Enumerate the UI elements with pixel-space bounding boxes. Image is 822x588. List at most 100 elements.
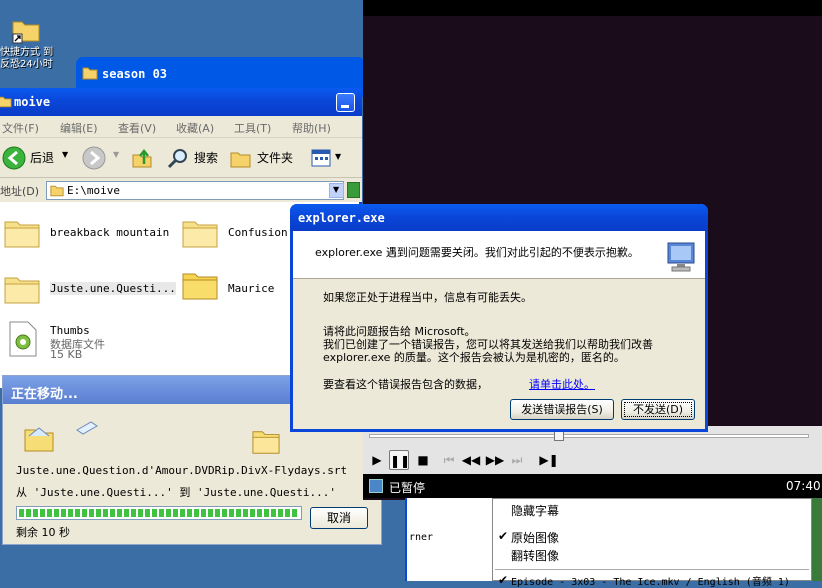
address-bar: 地址(D) E:\moive ▼	[0, 178, 362, 202]
source-folder-icon	[24, 427, 54, 452]
address-input[interactable]: E:\moive ▼	[46, 181, 344, 200]
address-dropdown-button[interactable]: ▼	[329, 183, 344, 198]
back-button[interactable]: 后退 ▼	[2, 146, 72, 170]
report-intro-text: 请将此问题报告给 Microsoft。	[323, 325, 476, 338]
play-icon[interactable]: ▶	[367, 450, 387, 470]
menu-separator	[495, 569, 809, 570]
destination-folder-icon	[252, 431, 280, 454]
desktop-shortcut-label[interactable]: 快捷方式 到 反恐24小时	[0, 47, 64, 71]
back-label: 后退	[30, 151, 55, 165]
move-from-to: 从 'Juste.une.Questi...' 到 'Juste.une.Que…	[16, 486, 337, 499]
menu-help[interactable]: 帮助(H)	[292, 120, 331, 136]
seek-bar[interactable]	[369, 434, 809, 438]
views-button[interactable]: ▼	[308, 146, 344, 170]
view-data-text: 要查看这个错误报告包含的数据，	[323, 378, 488, 391]
send-report-button[interactable]: 发送错误报告(S)	[510, 399, 614, 420]
search-label: 搜索	[194, 151, 219, 165]
list-item[interactable]: Juste.une.Questi...	[0, 268, 176, 312]
folder-shortcut-icon[interactable]	[10, 14, 42, 46]
menu-favorites[interactable]: 收藏(A)	[176, 120, 214, 136]
error-header: explorer.exe 遇到问题需要关闭。我们对此引起的不便表示抱歉。	[293, 231, 705, 279]
menu-item-original-image[interactable]: 原始图像	[511, 529, 559, 546]
checkmark-icon: ✔	[498, 529, 509, 543]
folders-button[interactable]: 文件夹	[229, 146, 299, 170]
chevron-down-icon[interactable]: ▼	[62, 150, 68, 159]
fast-forward-icon[interactable]: ▶▶	[485, 450, 505, 470]
status-bar: 已暂停 07:40	[363, 474, 822, 498]
menu-tools[interactable]: 工具(T)	[234, 120, 271, 136]
title-bar[interactable]: moive	[0, 88, 362, 116]
file-size: 15 KB	[50, 348, 83, 361]
menu-item-flip-image[interactable]: 翻转图像	[511, 547, 559, 564]
address-label: 地址(D)	[0, 185, 40, 198]
checkmark-icon: ✔	[498, 573, 509, 587]
partial-text: rner	[409, 532, 434, 543]
info-loss-text: 如果您正处于进程当中，信息有可能丢失。	[323, 291, 532, 304]
folder-icon	[0, 96, 12, 108]
folder-icon	[4, 221, 40, 248]
chevron-down-icon[interactable]: ▼	[113, 150, 119, 159]
playback-status: 已暂停	[389, 481, 426, 495]
dialog-title: explorer.exe	[298, 211, 385, 225]
error-report-dialog[interactable]: explorer.exe explorer.exe 遇到问题需要关闭。我们对此引…	[290, 204, 708, 432]
cancel-button[interactable]: 取消	[310, 507, 368, 529]
flying-paper-icon	[76, 421, 98, 435]
progress-bar-fill	[19, 509, 299, 517]
dont-send-button[interactable]: 不发送(D)	[621, 399, 695, 420]
background-edge	[812, 498, 822, 581]
pause-icon[interactable]: ❚❚	[389, 450, 410, 470]
context-menu: 隐藏字幕 ✔ 原始图像 翻转图像 ✔ Episode - 3x03 - The …	[492, 498, 812, 588]
folders-label: 文件夹	[257, 151, 294, 165]
player-top-bar	[363, 0, 822, 16]
search-button[interactable]: 搜索	[166, 146, 222, 170]
address-value: E:\moive	[67, 184, 120, 197]
player-icon	[369, 479, 383, 493]
report-detail-text: 我们已创建了一个错误报告，您可以将其发送给我们以帮助我们改善 explorer.…	[323, 338, 653, 364]
progress-bar	[16, 506, 302, 520]
folder-icon	[82, 67, 98, 80]
search-icon	[167, 149, 187, 169]
menu-item-hide-subtitles[interactable]: 隐藏字幕	[511, 502, 559, 519]
stop-icon[interactable]: ■	[413, 450, 433, 470]
window-title: moive	[14, 95, 51, 109]
folder-icon	[4, 277, 40, 304]
menu-file[interactable]: 文件(F)	[2, 120, 39, 136]
error-body: 如果您正处于进程当中，信息有可能丢失。 请将此问题报告给 Microsoft。 …	[293, 280, 705, 428]
go-button[interactable]	[347, 182, 360, 198]
background-window[interactable]: rner	[405, 498, 493, 581]
error-message: explorer.exe 遇到问题需要关闭。我们对此引起的不便表示抱歉。	[315, 246, 639, 259]
file-name: Maurice	[228, 282, 275, 295]
menu-edit[interactable]: 编辑(E)	[60, 120, 98, 136]
computer-icon	[667, 242, 695, 272]
player-controls: ▶ ❚❚ ■ ⏮ ◀◀ ▶▶ ⏭ ▶❚	[363, 446, 822, 474]
time-remaining: 剩余 10 秒	[16, 526, 70, 539]
folder-icon	[182, 273, 218, 300]
up-folder-icon[interactable]	[130, 146, 154, 170]
back-arrow-icon	[2, 146, 26, 170]
drive-icon	[50, 185, 64, 197]
previous-icon[interactable]: ⏮	[439, 450, 459, 470]
moving-file-name: Juste.une.Question.d'Amour.DVDRip.DivX-F…	[16, 464, 348, 477]
chevron-down-icon: ▼	[335, 152, 342, 161]
views-icon	[311, 149, 331, 167]
list-item[interactable]: Thumbs 数据库文件 15 KB	[0, 320, 170, 364]
view-report-link[interactable]: 请单击此处。	[529, 378, 595, 391]
minimize-button[interactable]	[336, 93, 355, 112]
forward-arrow-icon[interactable]	[82, 146, 106, 170]
title-bar[interactable]: explorer.exe	[290, 204, 708, 231]
list-item[interactable]: breakback mountain	[0, 212, 170, 256]
rewind-icon[interactable]: ◀◀	[461, 450, 481, 470]
dialog-title: 正在移动...	[11, 387, 78, 402]
next-icon[interactable]: ⏭	[507, 450, 527, 470]
playback-time: 07:40	[786, 479, 821, 493]
menu-bar: 文件(F) 编辑(E) 查看(V) 收藏(A) 工具(T) 帮助(H)	[0, 116, 362, 138]
frame-step-icon[interactable]: ▶❚	[539, 450, 559, 470]
chevron-down-icon: ▼	[333, 185, 340, 194]
menu-view[interactable]: 查看(V)	[118, 120, 156, 136]
database-file-icon	[9, 321, 37, 357]
folder-icon	[182, 221, 218, 248]
folders-icon	[230, 152, 251, 168]
file-name: Juste.une.Questi...	[50, 282, 176, 295]
toolbar: 后退 ▼ ▼ 搜索 文件夹 ▼	[0, 138, 362, 178]
file-name: Confusion.	[228, 226, 295, 239]
